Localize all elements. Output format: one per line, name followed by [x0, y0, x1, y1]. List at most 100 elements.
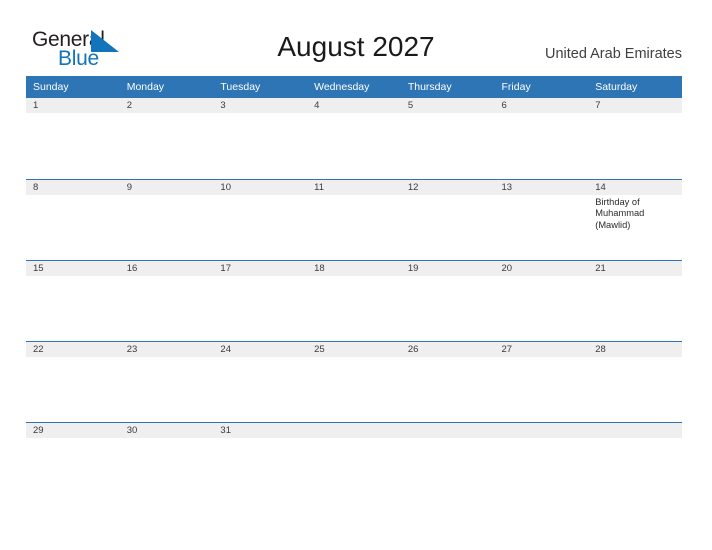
day-number: 17 [213, 260, 308, 276]
calendar-day-cell[interactable]: 19 [400, 259, 495, 341]
calendar-day-cell[interactable]: 1 [26, 98, 120, 179]
calendar-week-row: 15 16 17 18 19 20 21 [26, 259, 682, 341]
calendar-day-cell[interactable]: 5 [400, 98, 495, 179]
weekday-header-monday: Monday [119, 76, 214, 98]
calendar-day-cell[interactable]: 10 [213, 178, 308, 260]
calendar-day-cell[interactable]: 14 Birthday of Muhammad (Mawlid) [588, 178, 682, 260]
calendar-day-cell[interactable]: 21 [588, 259, 682, 341]
day-event [26, 113, 120, 115]
calendar-day-cell[interactable]: 29 [26, 421, 120, 503]
day-number [400, 422, 495, 438]
day-event [495, 276, 589, 278]
weekday-header-saturday: Saturday [588, 76, 682, 98]
day-number: 31 [213, 422, 308, 438]
day-number: 28 [588, 341, 682, 357]
calendar-day-cell[interactable]: 25 [307, 340, 401, 422]
day-event [213, 357, 307, 359]
calendar-week-row: 1 2 3 4 5 6 7 [26, 98, 682, 179]
calendar-week-row: 29 30 31 [26, 421, 682, 503]
weekday-header-friday: Friday [494, 76, 589, 98]
day-number: 15 [26, 260, 120, 276]
day-event [120, 195, 214, 197]
day-number: 10 [213, 179, 308, 195]
weekday-header-sunday: Sunday [26, 76, 120, 98]
day-event [213, 438, 307, 440]
day-event [307, 113, 401, 115]
calendar-week-row: 22 23 24 25 26 27 28 [26, 340, 682, 422]
day-number: 20 [494, 260, 589, 276]
calendar-day-cell[interactable] [588, 421, 682, 503]
day-event [120, 357, 214, 359]
day-event [588, 113, 682, 115]
calendar-day-cell[interactable]: 31 [213, 421, 308, 503]
calendar-day-cell[interactable]: 30 [119, 421, 214, 503]
day-number: 6 [494, 98, 589, 113]
day-number: 23 [119, 341, 214, 357]
calendar-day-cell[interactable]: 20 [494, 259, 589, 341]
day-number: 3 [213, 98, 308, 113]
calendar-header-row: Sunday Monday Tuesday Wednesday Thursday… [26, 76, 682, 98]
day-event [120, 113, 214, 115]
calendar-day-cell[interactable]: 24 [213, 340, 308, 422]
day-event [120, 276, 214, 278]
day-number: 12 [400, 179, 495, 195]
day-number: 19 [400, 260, 495, 276]
page-header: General Blue August 2027 United Arab Emi… [0, 0, 712, 76]
day-number: 21 [588, 260, 682, 276]
calendar-day-cell[interactable]: 12 [400, 178, 495, 260]
day-event [26, 357, 120, 359]
day-number [307, 422, 401, 438]
calendar-day-cell[interactable]: 18 [307, 259, 401, 341]
calendar-day-cell[interactable]: 27 [494, 340, 589, 422]
day-event [495, 438, 589, 440]
calendar-day-cell[interactable]: 16 [119, 259, 214, 341]
calendar-week-row: 8 9 10 11 12 13 14 Birthday of Muhammad … [26, 178, 682, 260]
day-event [495, 357, 589, 359]
calendar-day-cell[interactable] [494, 421, 589, 503]
calendar-day-cell[interactable]: 7 [588, 98, 682, 179]
calendar-day-cell[interactable]: 22 [26, 340, 120, 422]
day-event [120, 438, 214, 440]
day-event [495, 195, 589, 197]
calendar-day-cell[interactable]: 11 [307, 178, 401, 260]
calendar-day-cell[interactable]: 15 [26, 259, 120, 341]
day-event [26, 195, 120, 197]
calendar-day-cell[interactable]: 23 [119, 340, 214, 422]
day-event [588, 438, 682, 440]
day-number: 4 [307, 98, 401, 113]
calendar-day-cell[interactable]: 17 [213, 259, 308, 341]
calendar-day-cell[interactable]: 28 [588, 340, 682, 422]
calendar-page: General Blue August 2027 United Arab Emi… [0, 0, 712, 550]
day-event [588, 276, 682, 278]
day-number: 27 [494, 341, 589, 357]
calendar-day-cell[interactable]: 26 [400, 340, 495, 422]
weekday-header-row: Sunday Monday Tuesday Wednesday Thursday… [26, 76, 682, 98]
calendar-day-cell[interactable] [307, 421, 401, 503]
day-number: 29 [26, 422, 120, 438]
calendar-day-cell[interactable]: 2 [119, 98, 214, 179]
calendar-day-cell[interactable] [400, 421, 495, 503]
day-event [307, 276, 401, 278]
day-number: 30 [119, 422, 214, 438]
day-number: 11 [307, 179, 401, 195]
day-number: 18 [307, 260, 401, 276]
calendar-day-cell[interactable]: 9 [119, 178, 214, 260]
calendar-day-cell[interactable]: 4 [307, 98, 401, 179]
weekday-header-wednesday: Wednesday [307, 76, 401, 98]
day-event [307, 357, 401, 359]
calendar-day-cell[interactable]: 3 [213, 98, 308, 179]
day-number: 22 [26, 341, 120, 357]
day-number: 2 [119, 98, 214, 113]
day-number [588, 422, 682, 438]
weekday-header-thursday: Thursday [400, 76, 495, 98]
day-number: 14 [588, 179, 682, 195]
day-number: 24 [213, 341, 308, 357]
calendar-day-cell[interactable]: 8 [26, 178, 120, 260]
day-number: 5 [400, 98, 495, 113]
day-number: 9 [119, 179, 214, 195]
calendar-day-cell[interactable]: 6 [494, 98, 589, 179]
calendar-day-cell[interactable]: 13 [494, 178, 589, 260]
day-event [401, 113, 495, 115]
day-event [213, 276, 307, 278]
country-label: United Arab Emirates [544, 46, 682, 62]
